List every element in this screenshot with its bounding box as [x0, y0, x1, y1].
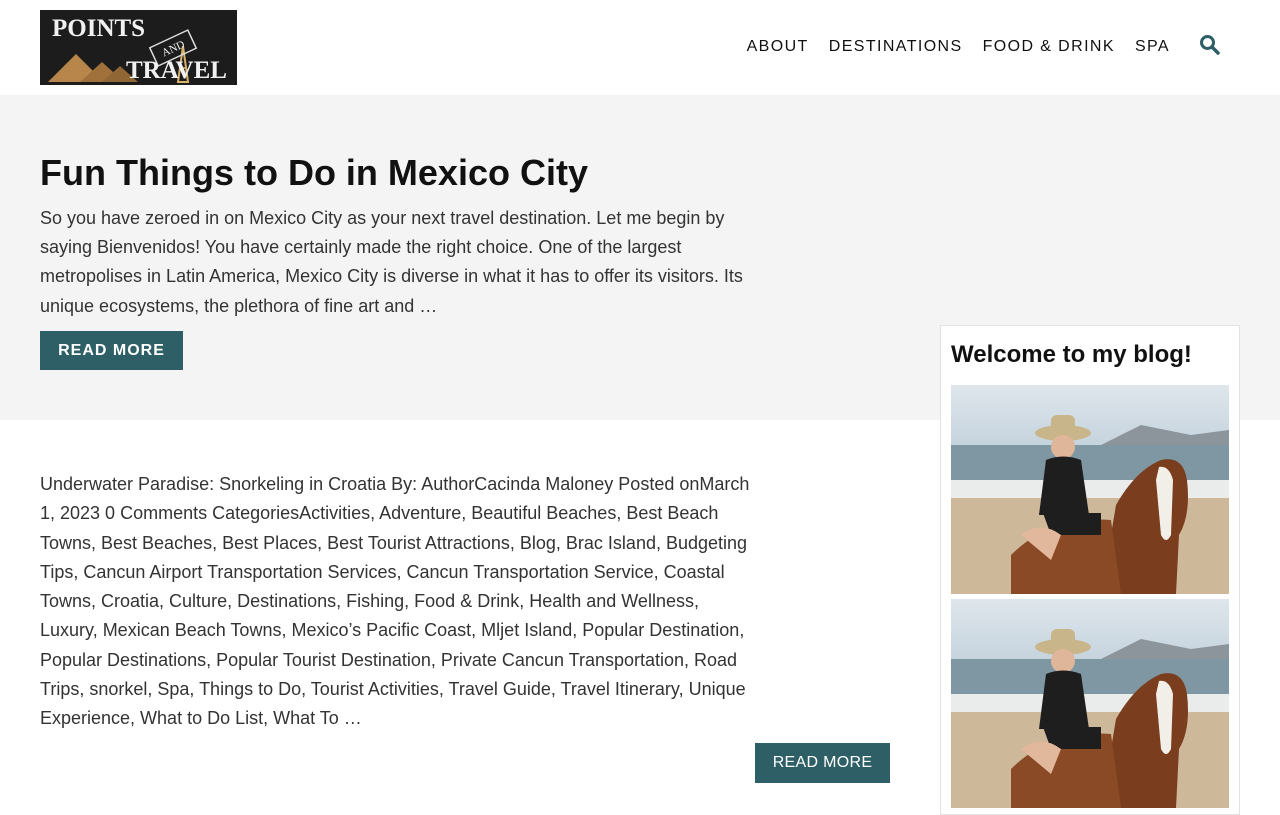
main-nav: ABOUT DESTINATIONS FOOD & DRINK SPA	[727, 38, 1170, 56]
author-photo	[951, 599, 1229, 808]
site-logo[interactable]: AND POINTS TRAVEL	[40, 10, 237, 85]
post-excerpt: So you have zeroed in on Mexico City as …	[40, 208, 743, 316]
nav-spa[interactable]: SPA	[1135, 38, 1170, 56]
post-excerpt: Underwater Paradise: Snorkeling in Croat…	[40, 474, 750, 729]
site-header: AND POINTS TRAVEL ABOUT DESTINATIONS FOO…	[0, 0, 1280, 95]
widget-title: Welcome to my blog!	[951, 341, 1192, 368]
author-photo	[951, 385, 1229, 594]
nav-about[interactable]: ABOUT	[747, 38, 809, 56]
search-icon[interactable]	[1199, 34, 1221, 56]
logo-travel-text: TRAVEL	[126, 57, 227, 84]
post-title[interactable]: Fun Things to Do in Mexico City	[40, 153, 760, 193]
sidebar-welcome-widget: Welcome to my blog!	[940, 325, 1240, 815]
logo-points-text: POINTS	[52, 15, 145, 42]
read-more-button[interactable]: READ MORE	[40, 331, 183, 370]
nav-food-drink[interactable]: FOOD & DRINK	[983, 38, 1115, 56]
read-more-button[interactable]: READ MORE	[755, 743, 890, 783]
nav-destinations[interactable]: DESTINATIONS	[829, 38, 963, 56]
